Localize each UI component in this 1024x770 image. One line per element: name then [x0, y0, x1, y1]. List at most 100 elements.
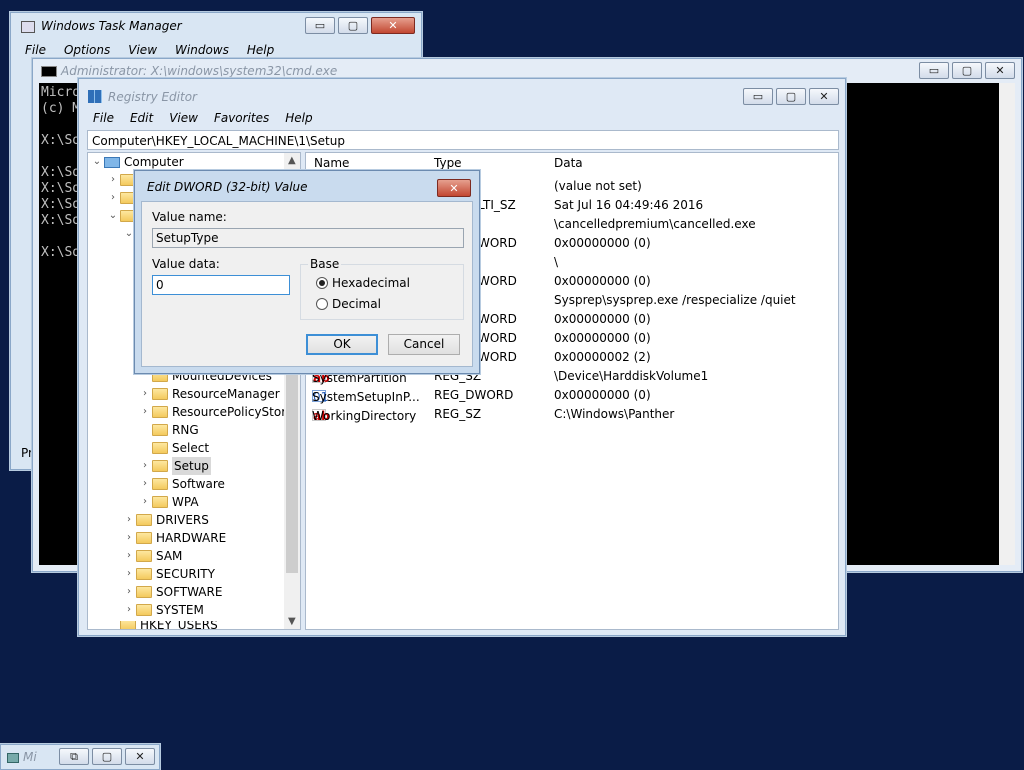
value-name-label: Value name:: [152, 210, 227, 224]
chevron-right-icon[interactable]: ›: [122, 511, 136, 529]
tree-item-resourcemanager[interactable]: › ResourceManager: [138, 385, 280, 403]
menu-help[interactable]: Help: [247, 43, 274, 57]
close-button[interactable]: ✕: [125, 748, 155, 765]
menu-view[interactable]: View: [128, 43, 157, 57]
menu-file[interactable]: File: [93, 111, 114, 125]
minimize-button[interactable]: ▭: [305, 17, 335, 34]
tree-item-rng[interactable]: RNG: [138, 421, 199, 439]
task-manager-icon: [21, 21, 35, 33]
chevron-right-icon[interactable]: ›: [138, 457, 152, 475]
close-icon: ✕: [449, 181, 459, 195]
value-data-input[interactable]: 0: [152, 275, 290, 295]
tree-label: SYSTEM: [156, 603, 204, 617]
folder-icon: [152, 406, 168, 418]
cell-data: (value not set): [554, 179, 642, 193]
maximize-button[interactable]: ▢: [952, 62, 982, 79]
tree-item-software[interactable]: › Software: [138, 475, 225, 493]
chevron-right-icon[interactable]: ›: [138, 475, 152, 493]
maximize-button[interactable]: ▢: [776, 88, 806, 105]
tree-item-resourcepolicystore[interactable]: › ResourcePolicyStore: [138, 403, 293, 421]
value-data-label: Value data:: [152, 257, 220, 271]
minimized-title: Mi: [23, 750, 37, 764]
chevron-down-icon[interactable]: ⌄: [90, 153, 104, 171]
minimize-icon: ▭: [928, 64, 940, 77]
cell-type: WORD: [478, 312, 517, 326]
tree-item-system[interactable]: › SYSTEM: [122, 601, 204, 619]
folder-icon: [136, 532, 152, 544]
chevron-right-icon[interactable]: ›: [138, 403, 152, 421]
tree-label: Software: [172, 477, 225, 491]
chevron-right-icon[interactable]: ›: [122, 565, 136, 583]
chevron-right-icon[interactable]: ›: [122, 547, 136, 565]
chevron-right-icon[interactable]: ›: [138, 385, 152, 403]
chevron-right-icon[interactable]: ›: [122, 583, 136, 601]
tree-item-hardware[interactable]: › HARDWARE: [122, 529, 226, 547]
minimize-button[interactable]: ▭: [919, 62, 949, 79]
tree-item-security[interactable]: › SECURITY: [122, 565, 215, 583]
tree-item-software-hive[interactable]: › SOFTWARE: [122, 583, 222, 601]
tree-item-computer[interactable]: ⌄ Computer: [90, 153, 184, 171]
close-button[interactable]: ✕: [371, 17, 415, 34]
cell-data: 0x00000000 (0): [554, 331, 651, 345]
minimize-button[interactable]: ▭: [743, 88, 773, 105]
cell-type: WORD: [478, 331, 517, 345]
cmd-title: Administrator: X:\windows\system32\cmd.e…: [61, 64, 338, 78]
menu-help[interactable]: Help: [285, 111, 312, 125]
column-data[interactable]: Data: [554, 156, 583, 170]
address-bar[interactable]: Computer\HKEY_LOCAL_MACHINE\1\Setup: [87, 130, 839, 150]
chevron-down-icon[interactable]: ▼: [288, 616, 296, 627]
folder-icon: [152, 424, 168, 436]
close-button[interactable]: ✕: [985, 62, 1015, 79]
chevron-right-icon[interactable]: ›: [106, 171, 120, 189]
regedit-titlebar[interactable]: Registry Editor ▭ ▢ ✕: [79, 79, 845, 109]
tree-item-setup[interactable]: › Setup: [138, 457, 211, 475]
maximize-button[interactable]: ▢: [338, 17, 368, 34]
menu-view[interactable]: View: [169, 111, 198, 125]
folder-icon: [136, 586, 152, 598]
cancel-button[interactable]: Cancel: [388, 334, 460, 355]
folder-icon: [136, 568, 152, 580]
menu-windows[interactable]: Windows: [175, 43, 229, 57]
chevron-right-icon[interactable]: ›: [122, 529, 136, 547]
cell-type: LTI_SZ: [478, 198, 516, 212]
list-row[interactable]: 01 SystemSetupInP... REG_DWORD 0x00000000…: [306, 386, 838, 405]
tree-item-select[interactable]: Select: [138, 439, 209, 457]
dialog-close-button[interactable]: ✕: [437, 179, 471, 197]
close-button[interactable]: ✕: [809, 88, 839, 105]
cmd-scrollbar[interactable]: [999, 83, 1015, 565]
cell-data: Sat Jul 16 04:49:46 2016: [554, 198, 704, 212]
task-manager-menubar: File Options View Windows Help: [25, 43, 415, 57]
decimal-radio[interactable]: Decimal: [316, 297, 381, 311]
tree-item-drivers[interactable]: › DRIVERS: [122, 511, 209, 529]
maximize-icon: ▢: [347, 19, 359, 32]
tree-item-sam[interactable]: › SAM: [122, 547, 182, 565]
chevron-up-icon[interactable]: ▲: [288, 155, 296, 166]
computer-icon: [104, 156, 120, 168]
menu-favorites[interactable]: Favorites: [214, 111, 269, 125]
menu-file[interactable]: File: [25, 43, 46, 57]
column-name[interactable]: Name: [314, 156, 349, 170]
cell-data: 0x00000002 (2): [554, 350, 651, 364]
cell-data: C:\Windows\Panther: [554, 407, 675, 421]
chevron-right-icon[interactable]: ›: [122, 601, 136, 619]
menu-edit[interactable]: Edit: [130, 111, 153, 125]
chevron-right-icon[interactable]: ›: [106, 189, 120, 207]
task-manager-titlebar[interactable]: Windows Task Manager ▭ ▢ ✕: [11, 13, 421, 41]
chevron-right-icon[interactable]: ›: [138, 493, 152, 511]
list-row[interactable]: ab WorkingDirectory REG_SZ C:\Windows\Pan…: [306, 405, 838, 424]
edit-dword-dialog[interactable]: Edit DWORD (32-bit) Value ✕ Value name: …: [134, 170, 480, 374]
tree-item-wpa[interactable]: › WPA: [138, 493, 199, 511]
column-type[interactable]: Type: [434, 156, 462, 170]
tree-item-hkey-users[interactable]: HKEY_USERS: [106, 621, 218, 629]
ok-button[interactable]: OK: [306, 334, 378, 355]
minimize-icon: ▭: [752, 90, 764, 103]
cell-data: 0x00000000 (0): [554, 274, 651, 288]
hexadecimal-radio[interactable]: Hexadecimal: [316, 276, 410, 290]
menu-options[interactable]: Options: [64, 43, 110, 57]
task-manager-title: Windows Task Manager: [41, 19, 182, 33]
restore-icon: ⧉: [70, 749, 78, 763]
minimized-window[interactable]: Mi ⧉ ▢ ✕: [0, 744, 160, 770]
maximize-button[interactable]: ▢: [92, 748, 122, 765]
restore-button[interactable]: ⧉: [59, 748, 89, 765]
chevron-down-icon[interactable]: ⌄: [106, 207, 120, 225]
